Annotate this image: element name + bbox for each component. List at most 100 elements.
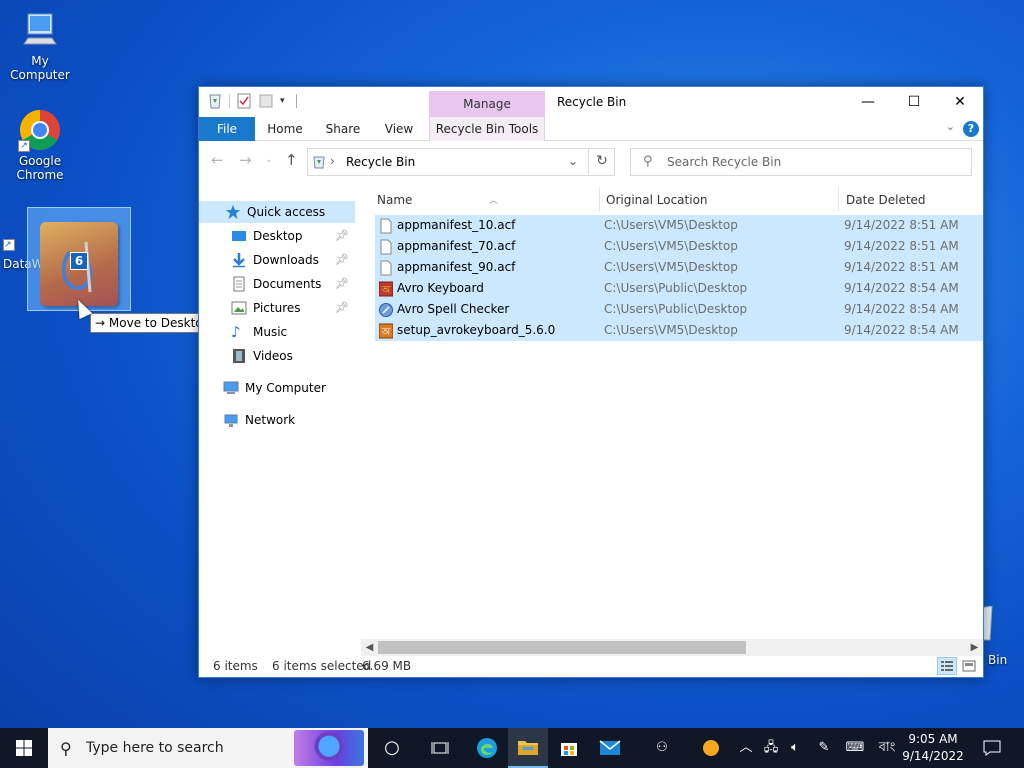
file-name: appmanifest_10.acf	[397, 218, 516, 232]
tab-home[interactable]: Home	[259, 117, 311, 141]
forward-button[interactable]: →	[239, 151, 252, 169]
help-icon[interactable]: ?	[963, 121, 979, 137]
search-box[interactable]: ⚲	[630, 148, 972, 176]
desktop-icon-recycle-bin[interactable]: Bin	[979, 605, 1024, 670]
tray-app-button[interactable]	[698, 728, 724, 768]
file-explorer-icon	[518, 741, 538, 755]
people-button[interactable]: ⚇	[650, 728, 674, 768]
column-header-original-location[interactable]: Original Location	[606, 193, 708, 211]
drag-count-badge: 6	[70, 252, 88, 270]
up-button[interactable]: ↑	[285, 151, 298, 169]
file-row[interactable]: appmanifest_90.acf C:\Users\VM5\Desktop …	[375, 257, 983, 278]
minimize-button[interactable]: —	[845, 87, 891, 117]
file-name: Avro Keyboard	[397, 281, 484, 295]
file-date: 9/14/2022 8:51 AM	[844, 260, 959, 274]
nav-item-pictures[interactable]: Pictures 📌︎	[199, 297, 355, 319]
pin-icon[interactable]: 📌︎	[335, 249, 349, 271]
horizontal-scrollbar[interactable]: ◀ ▶	[361, 639, 983, 656]
file-row[interactable]: appmanifest_10.acf C:\Users\VM5\Desktop …	[375, 215, 983, 236]
recycle-bin-icon	[207, 93, 223, 109]
tab-recycle-bin-tools[interactable]: Recycle Bin Tools	[429, 117, 545, 141]
file-name: appmanifest_90.acf	[397, 260, 516, 274]
column-divider[interactable]	[599, 187, 600, 211]
back-button[interactable]: ←	[211, 151, 224, 169]
taskbar-file-explorer[interactable]	[508, 728, 548, 768]
file-row[interactable]: appmanifest_70.acf C:\Users\VM5\Desktop …	[375, 236, 983, 257]
pin-icon[interactable]: 📌︎	[335, 297, 349, 319]
keyboard-icon: ⌨	[845, 740, 865, 755]
expand-ribbon-icon[interactable]: ⌄	[946, 120, 955, 133]
details-view-button[interactable]	[937, 657, 957, 675]
nav-item-label: Quick access	[247, 205, 326, 219]
large-icons-view-button[interactable]	[959, 657, 979, 675]
tab-share[interactable]: Share	[317, 117, 369, 141]
tab-view[interactable]: View	[375, 117, 423, 141]
new-folder-icon[interactable]	[258, 93, 274, 109]
file-row[interactable]: অ setup_avrokeyboard_5.6.0 C:\Users\VM5\D…	[375, 320, 983, 341]
task-view-icon	[431, 742, 449, 754]
task-view-button[interactable]	[420, 728, 460, 768]
chevron-down-icon[interactable]: ⌄	[568, 154, 578, 168]
volume-button[interactable]: 🔈︎	[784, 728, 806, 768]
desktop-icon-my-computer[interactable]: My Computer	[0, 8, 80, 82]
nav-item-desktop[interactable]: Desktop 📌︎	[199, 225, 355, 247]
scrollbar-thumb[interactable]	[378, 641, 746, 654]
taskbar-edge[interactable]	[467, 728, 507, 768]
refresh-button[interactable]: ↻	[588, 148, 615, 176]
large-icons-view-icon	[962, 660, 976, 672]
tab-manage[interactable]: Manage	[429, 91, 545, 117]
windows-logo-icon	[16, 740, 32, 756]
file-name: setup_avrokeyboard_5.6.0	[397, 323, 556, 337]
nav-item-videos[interactable]: Videos	[199, 345, 355, 367]
address-bar[interactable]: › Recycle Bin ⌄	[307, 148, 615, 176]
column-header-date-deleted[interactable]: Date Deleted	[846, 193, 926, 211]
nav-item-music[interactable]: ♪ Music	[199, 321, 355, 343]
taskbar: ⚲ ○ ⚇ ︿ 🖧︎ 🔈︎ ✎ ⌨ বাং 9:05 AM 9/14/2022	[0, 728, 1024, 768]
close-button[interactable]: ✕	[937, 87, 983, 117]
title-bar[interactable]: ▾ Manage Recycle Bin — ☐ ✕	[199, 87, 983, 117]
nav-item-quick-access[interactable]: Quick access	[199, 201, 355, 223]
file-location: C:\Users\VM5\Desktop	[604, 323, 738, 337]
column-divider[interactable]	[838, 187, 839, 211]
file-row[interactable]: অ Avro Keyboard C:\Users\Public\Desktop 9…	[375, 278, 983, 299]
desktop-icon-google-chrome[interactable]: ↗ Google Chrome	[0, 108, 80, 182]
properties-icon[interactable]	[236, 93, 252, 109]
taskbar-mail[interactable]	[590, 728, 630, 768]
pen-button[interactable]: ✎	[812, 728, 836, 768]
close-icon: ✕	[954, 94, 966, 110]
touch-keyboard-button[interactable]: ⌨	[842, 728, 868, 768]
nav-item-downloads[interactable]: Downloads 📌︎	[199, 249, 355, 271]
customize-qat-icon[interactable]: ▾	[280, 93, 290, 109]
action-center-button[interactable]	[978, 728, 1006, 768]
nav-item-documents[interactable]: Documents 📌︎	[199, 273, 355, 295]
desktop-icon-label: My Computer	[10, 54, 70, 82]
nav-item-my-computer[interactable]: My Computer	[199, 377, 355, 399]
maximize-button[interactable]: ☐	[891, 87, 937, 117]
file-location: C:\Users\VM5\Desktop	[604, 260, 738, 274]
window-title: Recycle Bin	[557, 95, 627, 109]
scroll-left-icon[interactable]: ◀	[361, 639, 378, 656]
taskbar-search-input[interactable]	[86, 738, 306, 758]
scroll-right-icon[interactable]: ▶	[966, 639, 983, 656]
column-header-name[interactable]: ︿ Name	[377, 193, 498, 211]
recent-locations-icon[interactable]: ⌄	[265, 155, 273, 165]
file-name: Avro Spell Checker	[397, 302, 510, 316]
chrome-icon: ↗	[18, 108, 62, 152]
tab-file[interactable]: File	[199, 117, 255, 141]
pin-icon[interactable]: 📌︎	[335, 273, 349, 295]
show-hidden-icons-button[interactable]: ︿	[736, 728, 756, 768]
breadcrumb[interactable]: Recycle Bin	[346, 155, 415, 169]
taskbar-search[interactable]: ⚲	[48, 728, 368, 768]
file-row[interactable]: Avro Spell Checker C:\Users\Public\Deskt…	[375, 299, 983, 320]
divider	[229, 94, 230, 108]
start-button[interactable]	[0, 728, 48, 768]
taskbar-store[interactable]	[549, 728, 589, 768]
clock[interactable]: 9:05 AM 9/14/2022	[898, 731, 968, 765]
avro-keyboard-icon: অ	[378, 281, 394, 297]
input-language[interactable]: বাং	[874, 728, 900, 768]
network-status-button[interactable]: 🖧︎	[760, 728, 782, 768]
pin-icon[interactable]: 📌︎	[335, 225, 349, 247]
cortana-button[interactable]: ○	[372, 728, 412, 768]
search-input[interactable]	[667, 153, 957, 171]
nav-item-network[interactable]: Network	[199, 409, 355, 431]
